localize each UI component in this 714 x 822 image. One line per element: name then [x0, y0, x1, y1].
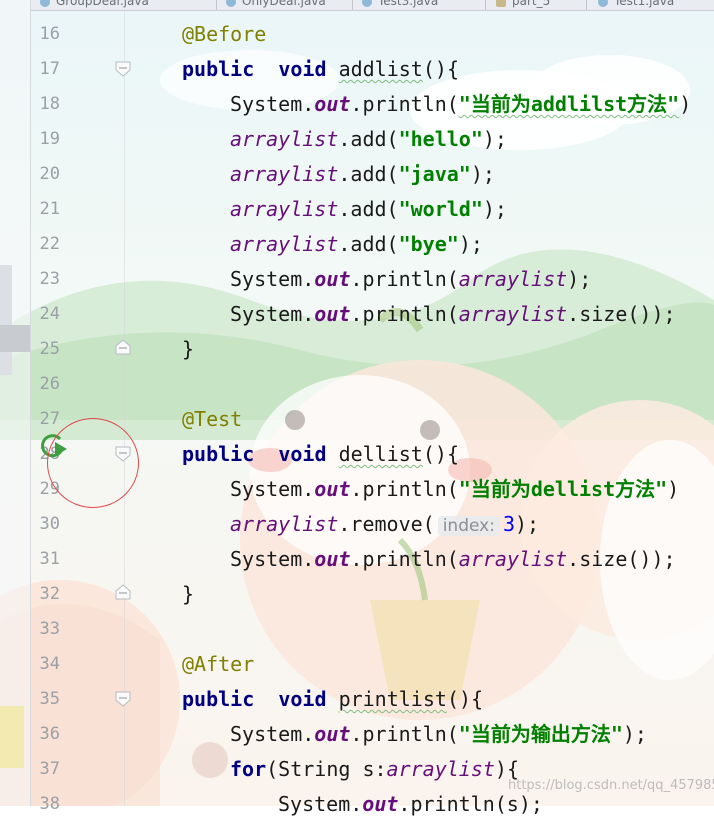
code-line: System.out.println(arraylist);	[230, 267, 592, 291]
click-highlight-circle	[47, 418, 139, 508]
code-line: System.out.println(s);	[278, 792, 543, 816]
code-line: arraylist.add("bye");	[230, 232, 483, 256]
code-line: arraylist.add("java");	[230, 162, 495, 186]
watermark: https://blog.csdn.net/qq_45798550	[508, 778, 714, 793]
code-line: @Before	[182, 22, 267, 46]
code-line: }	[182, 582, 195, 606]
parameter-hint: index:	[437, 516, 500, 536]
code-line: arraylist.add("world");	[230, 197, 507, 221]
code-line: public void printlist(){	[182, 687, 484, 711]
code-line: @Test	[182, 407, 243, 431]
code-line: System.out.println("当前为dellist方法")	[230, 477, 680, 501]
code-line: System.out.println("当前为addlilst方法")	[230, 92, 692, 116]
code-line: @After	[182, 652, 255, 676]
code-line: public void dellist(){	[182, 442, 459, 466]
code-line: System.out.println(arraylist.size());	[230, 302, 676, 326]
code-line: System.out.println(arraylist.size());	[230, 547, 676, 571]
code-line: public void addlist(){	[182, 57, 459, 81]
code-line: for(String s:arraylist){	[230, 757, 520, 781]
code-line: }	[182, 337, 195, 361]
code-line: arraylist.add("hello");	[230, 127, 507, 151]
code-line: System.out.println("当前为输出方法");	[230, 722, 647, 746]
code-line: arraylist.remove(index: 3);	[230, 512, 540, 536]
code-editor[interactable]: @Before public void addlist(){ System.ou…	[0, 0, 714, 816]
